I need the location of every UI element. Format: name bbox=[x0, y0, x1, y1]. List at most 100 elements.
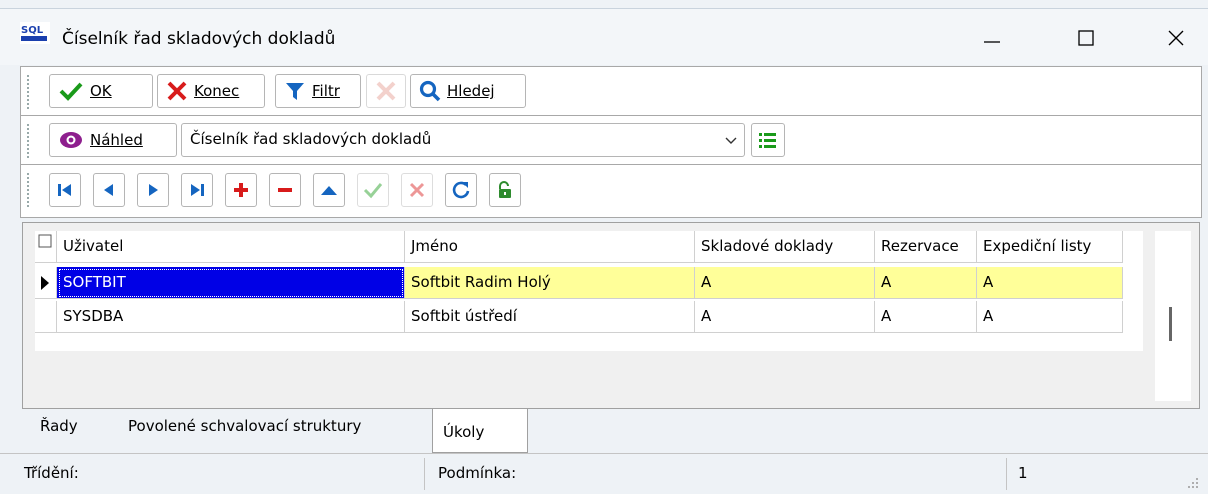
scrollbar-thumb[interactable] bbox=[1169, 307, 1172, 341]
search-icon bbox=[419, 80, 441, 102]
tab-ukoly[interactable]: Úkoly bbox=[432, 409, 528, 453]
nav-prior-button[interactable] bbox=[93, 173, 125, 207]
view-toolbar: Náhled Číselník řad skladových dokladů bbox=[21, 116, 1201, 165]
status-separator bbox=[1006, 458, 1007, 490]
cell-skladove-doklady[interactable]: A bbox=[695, 267, 875, 299]
close-window-button[interactable] bbox=[1156, 23, 1196, 53]
status-bar: Třídění: Podmínka: 1 bbox=[0, 453, 1208, 494]
ok-button[interactable]: OK bbox=[49, 74, 153, 108]
column-header-expedicni-listy[interactable]: Expediční listy bbox=[977, 231, 1123, 263]
clear-filter-icon bbox=[376, 81, 396, 101]
nav-refresh-button[interactable] bbox=[445, 173, 477, 207]
nav-edit-button[interactable] bbox=[313, 173, 345, 207]
check-icon bbox=[363, 183, 383, 199]
cell-uzivatel[interactable]: SOFTBIT bbox=[57, 267, 405, 299]
view-select[interactable]: Číselník řad skladových dokladů bbox=[181, 123, 745, 157]
nav-last-button[interactable] bbox=[181, 173, 213, 207]
cell-uzivatel[interactable]: SYSDBA bbox=[57, 301, 405, 333]
first-icon bbox=[58, 184, 71, 196]
status-trideni: Třídění: bbox=[24, 464, 79, 482]
window-title: Číselník řad skladových dokladů bbox=[62, 29, 336, 49]
maximize-button[interactable] bbox=[1066, 23, 1106, 53]
row-indicator bbox=[35, 267, 57, 299]
minimize-button[interactable] bbox=[972, 23, 1012, 53]
status-podminka: Podmínka: bbox=[438, 464, 517, 482]
grid-body: Uživatel Jméno Skladové doklady Rezervac… bbox=[35, 231, 1143, 351]
column-header-jmeno[interactable]: Jméno bbox=[405, 231, 695, 263]
cell-jmeno[interactable]: Softbit Radim Holý bbox=[405, 267, 695, 299]
unlock-icon bbox=[499, 181, 511, 198]
view-list-button[interactable] bbox=[751, 123, 785, 157]
vertical-scrollbar[interactable] bbox=[1155, 231, 1191, 401]
table-row[interactable]: SYSDBA Softbit ústředí A A A bbox=[35, 301, 1133, 333]
close-icon bbox=[1168, 30, 1184, 46]
minimize-icon bbox=[984, 41, 1000, 43]
nav-cancel-button[interactable] bbox=[401, 173, 433, 207]
svg-text:SQL: SQL bbox=[21, 25, 44, 36]
cell-jmeno[interactable]: Softbit ústředí bbox=[405, 301, 695, 333]
filter-icon bbox=[286, 83, 304, 100]
tab-povolene-schvalovaci-struktury[interactable]: Povolené schvalovací struktury bbox=[118, 409, 371, 445]
toolbar-grip[interactable] bbox=[27, 124, 32, 158]
status-record-count: 1 bbox=[1018, 464, 1028, 482]
view-select-value: Číselník řad skladových dokladů bbox=[190, 130, 432, 148]
plus-icon bbox=[234, 183, 248, 197]
nav-next-button[interactable] bbox=[137, 173, 169, 207]
title-bar: SQL Číselník řad skladových dokladů bbox=[0, 9, 1208, 65]
check-icon bbox=[59, 82, 83, 101]
tab-bar: Řady Povolené schvalovací struktury Úkol… bbox=[22, 408, 1198, 453]
toolbar-grip[interactable] bbox=[27, 75, 32, 109]
select-all-checkbox[interactable] bbox=[35, 231, 57, 263]
tab-rady[interactable]: Řady bbox=[30, 409, 88, 445]
filtr-button[interactable]: Filtr bbox=[275, 74, 361, 108]
next-icon bbox=[149, 184, 158, 196]
eye-icon bbox=[60, 132, 82, 148]
konec-label: Konec bbox=[194, 82, 240, 100]
hledej-label: Hledej bbox=[447, 82, 495, 100]
row-indicator bbox=[35, 301, 57, 333]
nahled-label: Náhled bbox=[90, 131, 143, 149]
konec-button[interactable]: Konec bbox=[157, 74, 265, 108]
nav-delete-button[interactable] bbox=[269, 173, 301, 207]
cell-expedicni-listy[interactable]: A bbox=[977, 301, 1123, 333]
row-pointer-icon bbox=[41, 276, 49, 290]
cell-rezervace[interactable]: A bbox=[875, 267, 977, 299]
toolbar-frame: OK Konec Filtr Hledej Náhled Číselník řa… bbox=[20, 66, 1202, 218]
last-icon bbox=[191, 184, 204, 196]
table-row[interactable]: SOFTBIT Softbit Radim Holý A A A bbox=[35, 267, 1133, 299]
checkbox-icon bbox=[38, 234, 52, 248]
toolbar-grip[interactable] bbox=[27, 173, 32, 207]
filtr-label: Filtr bbox=[312, 82, 340, 100]
ok-label: OK bbox=[90, 82, 112, 100]
resize-grip-icon[interactable] bbox=[1186, 476, 1200, 490]
app-window: SQL Číselník řad skladových dokladů OK K… bbox=[0, 0, 1208, 494]
chevron-down-icon bbox=[725, 137, 737, 144]
close-icon bbox=[409, 182, 425, 198]
close-red-icon bbox=[167, 81, 187, 101]
clear-filter-button[interactable] bbox=[366, 74, 406, 108]
status-separator bbox=[424, 458, 425, 490]
grid-header-row: Uživatel Jméno Skladové doklady Rezervac… bbox=[35, 231, 1133, 263]
column-header-uzivatel[interactable]: Uživatel bbox=[57, 231, 405, 263]
nav-first-button[interactable] bbox=[49, 173, 81, 207]
refresh-icon bbox=[452, 181, 470, 199]
column-header-skladove-doklady[interactable]: Skladové doklady bbox=[695, 231, 875, 263]
data-grid: Uživatel Jméno Skladové doklady Rezervac… bbox=[22, 222, 1200, 409]
maximize-icon bbox=[1078, 30, 1094, 46]
nav-unlock-button[interactable] bbox=[489, 173, 521, 207]
nav-post-button[interactable] bbox=[357, 173, 389, 207]
cell-expedicni-listy[interactable]: A bbox=[977, 267, 1123, 299]
cell-rezervace[interactable]: A bbox=[875, 301, 977, 333]
action-toolbar: OK Konec Filtr Hledej bbox=[21, 67, 1201, 116]
hledej-button[interactable]: Hledej bbox=[410, 74, 526, 108]
nahled-button[interactable]: Náhled bbox=[49, 123, 177, 157]
minus-icon bbox=[278, 188, 292, 192]
sql-app-icon: SQL bbox=[20, 22, 50, 44]
nav-insert-button[interactable] bbox=[225, 173, 257, 207]
cell-skladove-doklady[interactable]: A bbox=[695, 301, 875, 333]
navigator-toolbar bbox=[21, 165, 1201, 215]
column-header-rezervace[interactable]: Rezervace bbox=[875, 231, 977, 263]
prior-icon bbox=[104, 184, 113, 196]
list-icon bbox=[759, 133, 776, 148]
triangle-up-icon bbox=[321, 186, 337, 195]
